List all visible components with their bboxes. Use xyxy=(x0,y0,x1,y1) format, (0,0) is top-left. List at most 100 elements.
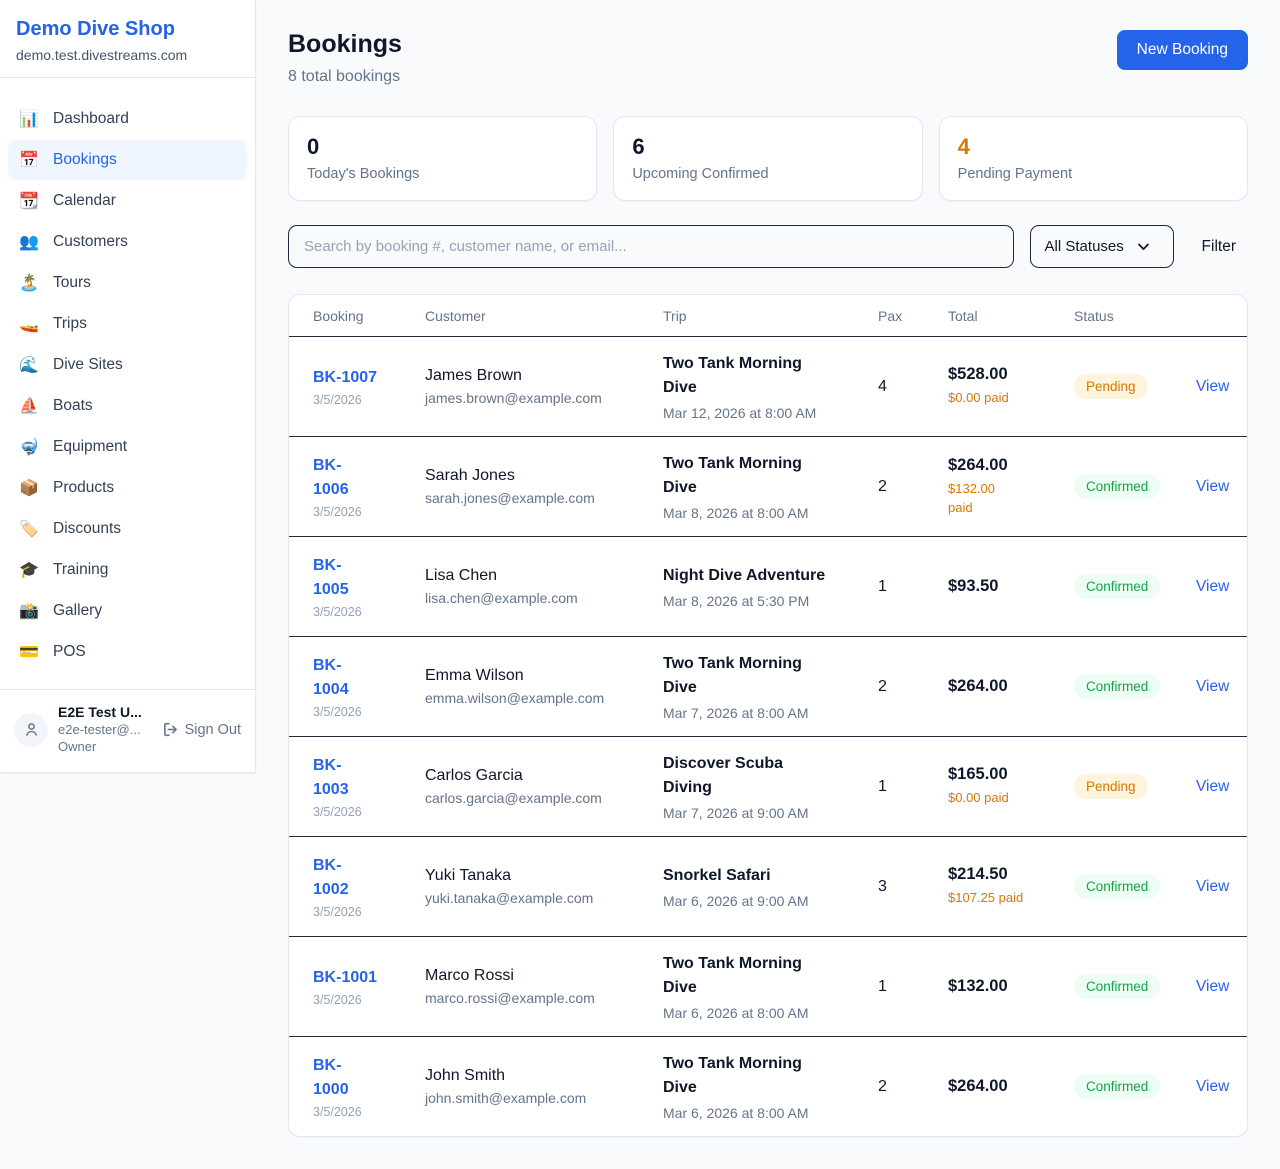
total-amount: $528.00 xyxy=(948,365,1074,384)
customer-name: Lisa Chen xyxy=(425,567,663,585)
view-link[interactable]: View xyxy=(1196,978,1229,995)
booking-date: 3/5/2026 xyxy=(313,905,425,919)
status-cell: Confirmed xyxy=(1074,874,1196,899)
sign-out-icon xyxy=(162,721,179,738)
actions-cell: View xyxy=(1196,378,1229,396)
sidebar-item[interactable]: 🚤 Trips xyxy=(8,304,247,344)
nav-item-icon: 📸 xyxy=(18,601,40,621)
booking-id-link[interactable]: BK- 1006 xyxy=(313,454,425,502)
booking-date: 3/5/2026 xyxy=(313,393,425,407)
booking-id-link[interactable]: BK-1001 xyxy=(313,966,425,990)
nav-item-icon: 💳 xyxy=(18,642,40,662)
nav-item-label: Training xyxy=(53,561,108,579)
sidebar-item[interactable]: 📅 Bookings xyxy=(8,140,247,180)
booking-id-link[interactable]: BK-1007 xyxy=(313,366,425,390)
column-header-trip: Trip xyxy=(663,308,878,324)
view-link[interactable]: View xyxy=(1196,378,1229,395)
total-cell: $165.00 $0.00 paid xyxy=(948,765,1074,808)
actions-cell: View xyxy=(1196,578,1229,596)
customer-cell: Sarah Jones sarah.jones@example.com xyxy=(425,467,663,506)
nav-item-icon: ⛵ xyxy=(18,396,40,416)
brand-title: Demo Dive Shop xyxy=(16,18,239,41)
total-cell: $214.50 $107.25 paid xyxy=(948,865,1074,908)
trip-name: Night Dive Adventure xyxy=(663,564,878,588)
booking-id-link[interactable]: BK- 1000 xyxy=(313,1054,425,1102)
stat-label: Upcoming Confirmed xyxy=(632,166,903,182)
total-amount: $264.00 xyxy=(948,1077,1074,1096)
status-badge: Confirmed xyxy=(1074,574,1160,599)
sidebar-item[interactable]: 📊 Dashboard xyxy=(8,99,247,139)
trip-datetime: Mar 8, 2026 at 5:30 PM xyxy=(663,593,878,609)
trip-name: Two Tank Morning Dive xyxy=(663,952,878,1000)
sign-out-button[interactable]: Sign Out xyxy=(162,721,241,738)
booking-date: 3/5/2026 xyxy=(313,805,425,819)
app-shell: Demo Dive Shop demo.test.divestreams.com… xyxy=(0,0,1280,1169)
trip-name: Two Tank Morning Dive xyxy=(663,1052,878,1100)
booking-id-link[interactable]: BK- 1005 xyxy=(313,554,425,602)
view-link[interactable]: View xyxy=(1196,478,1229,495)
view-link[interactable]: View xyxy=(1196,578,1229,595)
total-cell: $93.50 xyxy=(948,577,1074,596)
new-booking-button[interactable]: New Booking xyxy=(1117,30,1248,70)
pax-count: 1 xyxy=(878,978,948,996)
customer-email: marco.rossi@example.com xyxy=(425,990,663,1006)
table-row: BK- 1005 3/5/2026 Lisa Chen lisa.chen@ex… xyxy=(289,536,1247,636)
nav-item-label: POS xyxy=(53,643,86,661)
sidebar-item[interactable]: 🤿 Equipment xyxy=(8,427,247,467)
sidebar-item[interactable]: 🎓 Training xyxy=(8,550,247,590)
table-row: BK-1007 3/5/2026 James Brown james.brown… xyxy=(289,336,1247,436)
stat-card: 4 Pending Payment xyxy=(939,116,1248,201)
actions-cell: View xyxy=(1196,778,1229,796)
customer-email: carlos.garcia@example.com xyxy=(425,790,663,806)
booking-cell: BK-1007 3/5/2026 xyxy=(313,366,425,407)
sidebar-item[interactable]: ⛵ Boats xyxy=(8,386,247,426)
nav-item-label: Dashboard xyxy=(53,110,129,128)
sidebar-item[interactable]: 📦 Products xyxy=(8,468,247,508)
search-input[interactable] xyxy=(288,225,1014,268)
actions-cell: View xyxy=(1196,878,1229,896)
column-header-booking: Booking xyxy=(313,308,425,324)
total-amount: $214.50 xyxy=(948,865,1074,884)
pax-count: 2 xyxy=(878,678,948,696)
view-link[interactable]: View xyxy=(1196,1078,1229,1095)
customer-name: John Smith xyxy=(425,1067,663,1085)
booking-id-link[interactable]: BK- 1004 xyxy=(313,654,425,702)
nav-item-label: Customers xyxy=(53,233,128,251)
trip-datetime: Mar 7, 2026 at 9:00 AM xyxy=(663,805,878,821)
booking-date: 3/5/2026 xyxy=(313,993,425,1007)
nav-item-label: Tours xyxy=(53,274,91,292)
paid-amount: $0.00 paid xyxy=(948,789,1074,808)
view-link[interactable]: View xyxy=(1196,778,1229,795)
actions-cell: View xyxy=(1196,978,1229,996)
actions-cell: View xyxy=(1196,678,1229,696)
view-link[interactable]: View xyxy=(1196,878,1229,895)
nav-item-icon: 📆 xyxy=(18,191,40,211)
sidebar-nav: 📊 Dashboard 📅 Bookings 📆 Calendar 👥 Cust… xyxy=(0,78,255,689)
total-amount: $264.00 xyxy=(948,456,1074,475)
booking-id-link[interactable]: BK- 1002 xyxy=(313,854,425,902)
user-email: e2e-tester@... xyxy=(58,722,152,739)
status-cell: Confirmed xyxy=(1074,574,1196,599)
customer-cell: James Brown james.brown@example.com xyxy=(425,367,663,406)
sidebar-item[interactable]: 🌊 Dive Sites xyxy=(8,345,247,385)
sidebar-item[interactable]: 📆 Calendar xyxy=(8,181,247,221)
nav-item-icon: 🏝️ xyxy=(18,273,40,293)
view-link[interactable]: View xyxy=(1196,678,1229,695)
sidebar-item[interactable]: 🏷️ Discounts xyxy=(8,509,247,549)
sidebar-item[interactable]: 📸 Gallery xyxy=(8,591,247,631)
booking-id-link[interactable]: BK- 1003 xyxy=(313,754,425,802)
filter-button[interactable]: Filter xyxy=(1190,230,1248,264)
customer-email: john.smith@example.com xyxy=(425,1090,663,1106)
status-cell: Pending xyxy=(1074,374,1196,399)
status-filter-select[interactable]: All Statuses xyxy=(1030,225,1174,268)
sidebar-item[interactable]: 👥 Customers xyxy=(8,222,247,262)
sidebar-item[interactable]: 💳 POS xyxy=(8,632,247,672)
page-heading-block: Bookings 8 total bookings xyxy=(288,30,402,86)
page-header: Bookings 8 total bookings New Booking xyxy=(288,30,1248,86)
trip-cell: Two Tank Morning Dive Mar 6, 2026 at 8:0… xyxy=(663,952,878,1021)
nav-item-icon: 👥 xyxy=(18,232,40,252)
sidebar-item[interactable]: 🏝️ Tours xyxy=(8,263,247,303)
customer-email: lisa.chen@example.com xyxy=(425,590,663,606)
bookings-table: Booking Customer Trip Pax Total Status B… xyxy=(288,294,1248,1137)
total-amount: $264.00 xyxy=(948,677,1074,696)
